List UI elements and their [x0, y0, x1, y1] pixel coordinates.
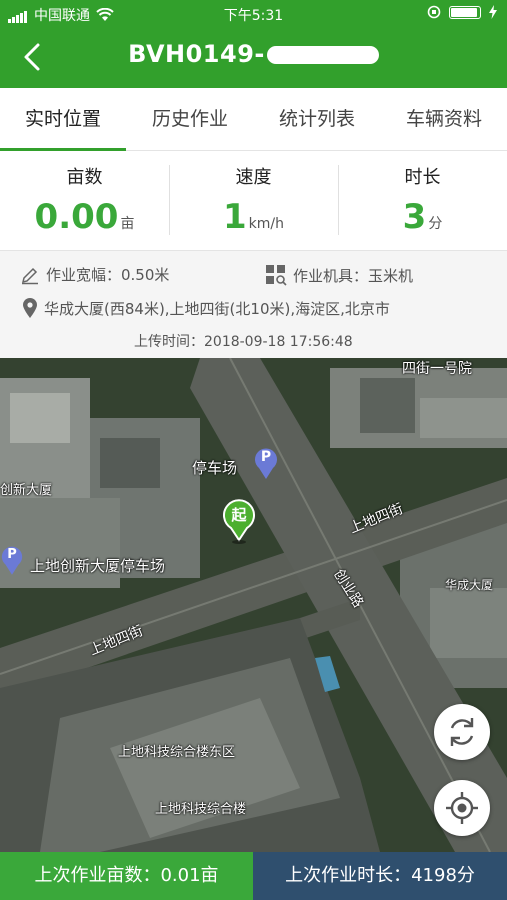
- parking-marker-label: P: [260, 449, 272, 465]
- work-width-row: 作业宽幅：0.50米: [20, 264, 169, 285]
- status-right: [427, 5, 497, 19]
- refresh-button[interactable]: [434, 704, 490, 760]
- nav-bar: BVH0149-: [0, 28, 507, 88]
- map-label: 停车场: [192, 459, 238, 477]
- last-work-area: 上次作业亩数：0.01亩: [0, 852, 253, 900]
- map-imagery: [0, 358, 507, 852]
- parking-marker[interactable]: P: [0, 544, 24, 576]
- tab-statistics-list[interactable]: 统计列表: [254, 88, 380, 150]
- stat-speed-value: 1: [222, 197, 247, 237]
- locate-button[interactable]: [434, 780, 490, 836]
- address-row: 华成大厦(西84米),上地四街(北10米),海淀区,北京市: [22, 297, 390, 319]
- info-panel: 作业宽幅：0.50米 作业机具：玉米机 华成大厦(西84米),上地四街(北10米…: [0, 251, 507, 358]
- tab-label: 车辆资料: [405, 108, 482, 130]
- stat-area-label: 亩数: [66, 167, 103, 188]
- tab-vehicle-info[interactable]: 车辆资料: [381, 88, 507, 150]
- locate-crosshair-icon: [446, 792, 478, 824]
- last-work-duration: 上次作业时长：4198分: [253, 852, 507, 900]
- vehicle-id: BVH0149-: [128, 40, 265, 68]
- map-label: 上地科技综合楼: [155, 802, 247, 817]
- status-bar: 中国联通 下午5:31: [0, 0, 507, 28]
- stat-area: 亩数 0.00 亩: [0, 151, 169, 250]
- page-title: BVH0149-: [0, 40, 507, 68]
- stat-speed: 速度 1 km/h: [169, 151, 338, 250]
- stat-speed-value-row: 1 km/h: [169, 197, 338, 237]
- orientation-lock-icon: [427, 5, 441, 19]
- tool-grid-icon: [266, 265, 287, 286]
- start-marker[interactable]: 起: [222, 498, 256, 544]
- stat-area-unit: 亩: [120, 216, 135, 232]
- map-label: 创新大厦: [0, 483, 53, 498]
- tab-realtime-location[interactable]: 实时位置: [0, 88, 126, 151]
- map-label: 四街一号院: [402, 361, 472, 377]
- map-label: 上地科技综合楼东区: [118, 745, 236, 760]
- upload-time-row: 上传时间：2018-09-18 17:56:48: [134, 331, 353, 351]
- stat-duration-value-row: 3分: [338, 197, 507, 237]
- stat-duration-unit: 分: [428, 216, 443, 232]
- map-label: 华成大厦: [445, 578, 494, 592]
- charging-icon: [489, 5, 497, 19]
- work-tool-row: 作业机具：玉米机: [265, 264, 413, 286]
- stat-duration-value: 3: [402, 197, 427, 237]
- stat-speed-unit: km/h: [248, 216, 284, 232]
- stat-duration-label: 时长: [404, 167, 441, 188]
- map-label: 上地创新大厦停车场: [30, 557, 166, 575]
- tab-history-work[interactable]: 历史作业: [127, 88, 253, 150]
- stat-area-value: 0.00: [34, 197, 119, 237]
- stats-panel: 亩数 0.00 亩 速度 1 km/h 时长 3分: [0, 151, 507, 251]
- location-pin-icon: [23, 298, 37, 318]
- tab-bar: 实时位置 历史作业 统计列表 车辆资料: [0, 88, 507, 151]
- satellite-map[interactable]: 四街一号院 停车场 创新大厦 上地创新大厦停车场 上地四街 创业路 华成大厦 上…: [0, 358, 507, 852]
- work-width-text: 作业宽幅：0.50米: [46, 266, 170, 284]
- bottom-summary-bar: 上次作业亩数：0.01亩 上次作业时长：4198分: [0, 852, 507, 900]
- tab-label: 统计列表: [278, 108, 355, 130]
- redacted-name: [266, 46, 379, 64]
- refresh-icon: [450, 718, 474, 746]
- parking-marker[interactable]: P: [253, 446, 279, 480]
- start-marker-label: 起: [231, 506, 247, 524]
- parking-marker-label: P: [7, 547, 17, 562]
- battery-icon: [449, 5, 481, 19]
- tab-label: 实时位置: [24, 108, 101, 130]
- stat-duration: 时长 3分: [338, 151, 507, 250]
- stat-area-value-row: 0.00 亩: [0, 197, 169, 237]
- work-tool-text: 作业机具：玉米机: [293, 266, 414, 285]
- stat-speed-label: 速度: [235, 167, 272, 188]
- tab-label: 历史作业: [151, 108, 228, 130]
- upload-time-text: 上传时间：2018-09-18 17:56:48: [134, 334, 353, 350]
- address-text: 华成大厦(西84米),上地四街(北10米),海淀区,北京市: [44, 299, 390, 318]
- pencil-icon: [21, 267, 38, 284]
